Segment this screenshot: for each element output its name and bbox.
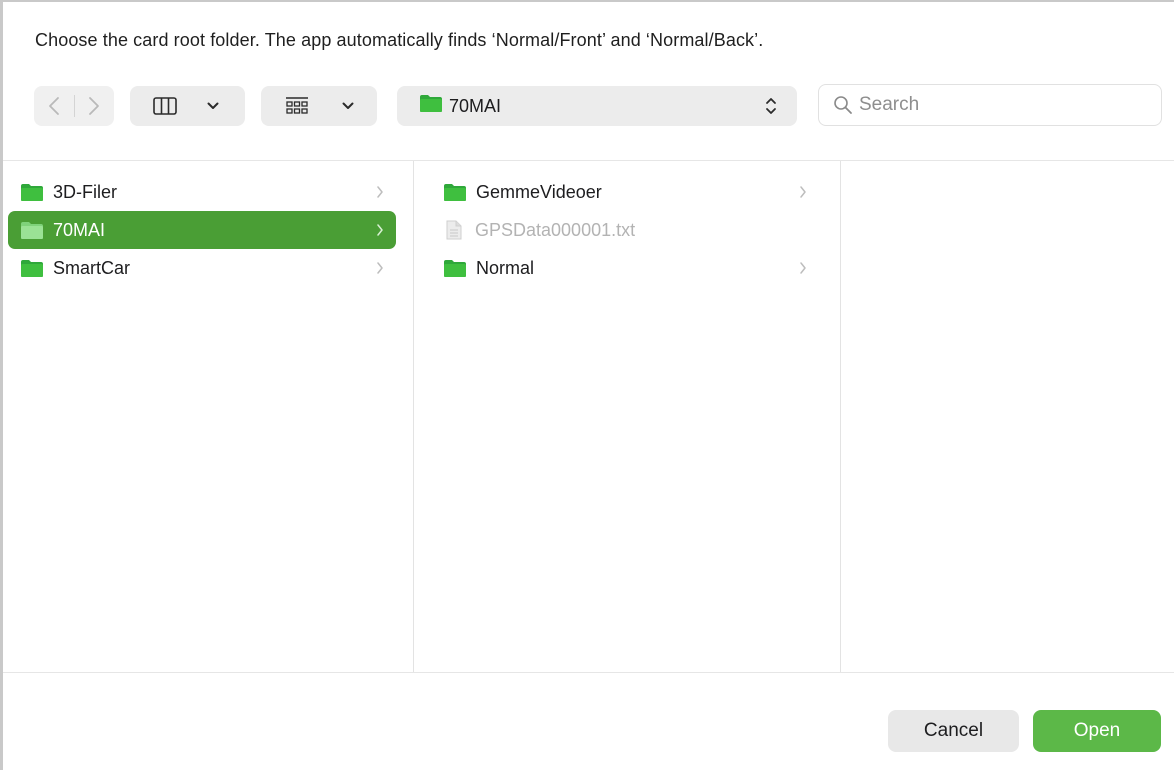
browser-bottom-border bbox=[3, 672, 1174, 673]
browser-column-3 bbox=[841, 173, 1174, 672]
location-popup[interactable]: 70MAI bbox=[397, 86, 797, 126]
icon-grid-icon bbox=[285, 96, 309, 116]
folder-icon bbox=[443, 259, 467, 278]
search-field[interactable] bbox=[818, 84, 1162, 126]
chevron-right-icon bbox=[376, 223, 384, 237]
chevron-right-icon bbox=[376, 185, 384, 199]
view-mode-button[interactable] bbox=[130, 86, 245, 126]
window-frame-top bbox=[0, 0, 1174, 2]
item-label: 3D-Filer bbox=[53, 181, 118, 202]
browser-column-2: GemmeVideoer GPSData000001.txt Normal bbox=[431, 173, 819, 287]
navigation-buttons bbox=[34, 86, 114, 126]
browser-top-border bbox=[3, 160, 1174, 161]
item-label: Normal bbox=[476, 257, 535, 278]
list-item-normal[interactable]: Normal bbox=[431, 249, 819, 287]
list-item-gpsdata-file: GPSData000001.txt bbox=[431, 211, 819, 249]
chevron-left-icon bbox=[48, 97, 59, 115]
dialog-message: Choose the card root folder. The app aut… bbox=[35, 30, 764, 50]
column-view-icon bbox=[153, 97, 177, 115]
folder-icon bbox=[20, 259, 44, 278]
group-button[interactable] bbox=[261, 86, 377, 126]
open-button[interactable]: Open bbox=[1033, 710, 1161, 752]
folder-icon bbox=[419, 94, 443, 118]
up-down-chevron-icon bbox=[765, 96, 777, 121]
folder-icon bbox=[20, 183, 44, 202]
list-item-3d-filer[interactable]: 3D-Filer bbox=[8, 173, 396, 211]
item-label: 70MAI bbox=[53, 219, 106, 240]
item-label: GPSData000001.txt bbox=[475, 219, 636, 240]
folder-icon bbox=[20, 221, 44, 240]
location-label: 70MAI bbox=[449, 95, 502, 116]
item-label: GemmeVideoer bbox=[476, 181, 602, 202]
chevron-right-icon bbox=[376, 261, 384, 275]
window-frame-left bbox=[0, 0, 3, 770]
item-label: SmartCar bbox=[53, 257, 131, 278]
chevron-down-icon bbox=[342, 102, 354, 110]
list-item-gemmevideoer[interactable]: GemmeVideoer bbox=[431, 173, 819, 211]
folder-icon bbox=[443, 183, 467, 202]
list-item-smartcar[interactable]: SmartCar bbox=[8, 249, 396, 287]
search-icon bbox=[833, 95, 853, 115]
chevron-down-icon bbox=[207, 102, 219, 110]
chevron-right-icon bbox=[89, 97, 100, 115]
chevron-right-icon bbox=[799, 185, 807, 199]
forward-button[interactable] bbox=[74, 86, 114, 126]
cancel-button[interactable]: Cancel bbox=[888, 710, 1019, 752]
back-button[interactable] bbox=[34, 86, 74, 126]
column-divider bbox=[413, 161, 414, 672]
search-input[interactable] bbox=[859, 94, 1139, 116]
document-icon bbox=[446, 220, 462, 240]
chevron-right-icon bbox=[799, 261, 807, 275]
list-item-70mai[interactable]: 70MAI bbox=[8, 211, 396, 249]
browser-column-1: 3D-Filer 70MAI SmartCar bbox=[8, 173, 396, 287]
